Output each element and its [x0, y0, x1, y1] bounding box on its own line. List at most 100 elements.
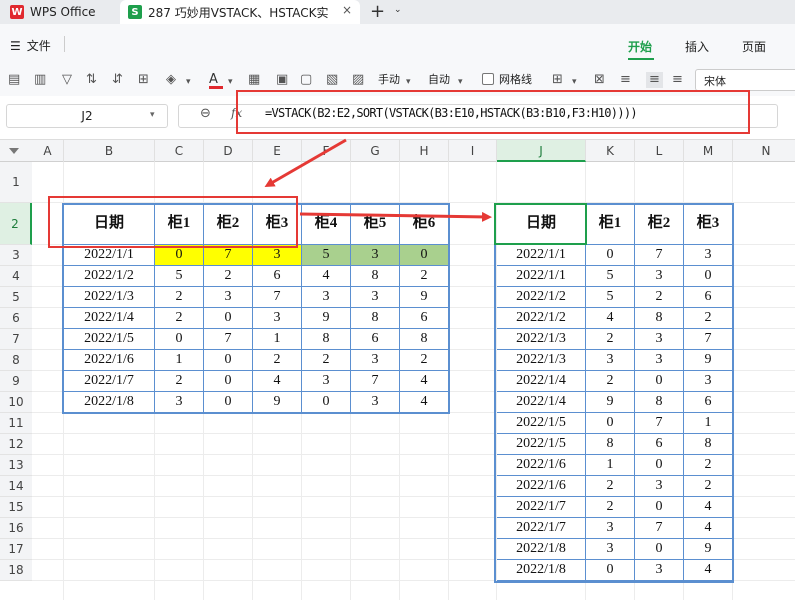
- source-header-cell[interactable]: 柜1: [155, 203, 204, 245]
- result-date-cell[interactable]: 2022/1/2: [497, 287, 586, 308]
- source-header-cell[interactable]: 柜4: [302, 203, 351, 245]
- manual-calc-label[interactable]: 手动: [378, 72, 400, 88]
- source-date-cell[interactable]: 2022/1/8: [64, 392, 155, 413]
- result-date-cell[interactable]: 2022/1/6: [497, 476, 586, 497]
- result-value-cell[interactable]: 5: [586, 287, 635, 308]
- close-tab-icon[interactable]: ×: [342, 3, 352, 17]
- source-value-cell[interactable]: 1: [155, 350, 204, 371]
- result-header-cell[interactable]: 柜2: [635, 203, 684, 245]
- column-header-d[interactable]: D: [204, 140, 253, 162]
- align-center-icon[interactable]: ≡: [646, 72, 663, 88]
- column-header-m[interactable]: M: [684, 140, 733, 162]
- row-header-11[interactable]: 11: [0, 413, 32, 434]
- source-value-cell[interactable]: 0: [155, 329, 204, 350]
- fill-color-icon[interactable]: ◈: [166, 72, 176, 88]
- source-value-cell[interactable]: 5: [155, 266, 204, 287]
- result-value-cell[interactable]: 0: [635, 371, 684, 392]
- result-value-cell[interactable]: 3: [684, 245, 733, 266]
- result-value-cell[interactable]: 3: [586, 539, 635, 560]
- tab-home[interactable]: 开始: [628, 38, 652, 55]
- align-left-icon[interactable]: ≡: [620, 72, 631, 88]
- result-value-cell[interactable]: 3: [586, 518, 635, 539]
- result-value-cell[interactable]: 4: [586, 308, 635, 329]
- source-value-cell[interactable]: 0: [155, 245, 204, 266]
- source-date-cell[interactable]: 2022/1/7: [64, 371, 155, 392]
- source-value-cell[interactable]: 3: [351, 350, 400, 371]
- row-header-8[interactable]: 8: [0, 350, 32, 371]
- column-header-j[interactable]: J: [497, 140, 586, 162]
- result-value-cell[interactable]: 7: [635, 413, 684, 434]
- result-value-cell[interactable]: 6: [684, 287, 733, 308]
- gridlines-checkbox[interactable]: [482, 73, 494, 85]
- result-value-cell[interactable]: 3: [635, 476, 684, 497]
- row-header-10[interactable]: 10: [0, 392, 32, 413]
- chevron-down-icon[interactable]: ▾: [186, 74, 191, 90]
- source-value-cell[interactable]: 4: [400, 371, 449, 392]
- paste-icon[interactable]: ▤: [8, 72, 20, 88]
- result-value-cell[interactable]: 2: [684, 455, 733, 476]
- rows-columns-icon[interactable]: ▢: [300, 72, 312, 88]
- row-header-1[interactable]: 1: [0, 162, 32, 203]
- sort-descending-icon[interactable]: ⇵: [112, 72, 123, 88]
- column-header-f[interactable]: F: [302, 140, 351, 162]
- result-value-cell[interactable]: 7: [635, 518, 684, 539]
- row-header-7[interactable]: 7: [0, 329, 32, 350]
- source-value-cell[interactable]: 2: [155, 308, 204, 329]
- result-value-cell[interactable]: 3: [635, 266, 684, 287]
- result-date-cell[interactable]: 2022/1/3: [497, 350, 586, 371]
- result-value-cell[interactable]: 5: [586, 266, 635, 287]
- new-tab-icon[interactable]: +: [370, 1, 385, 22]
- result-value-cell[interactable]: 3: [586, 350, 635, 371]
- source-date-cell[interactable]: 2022/1/5: [64, 329, 155, 350]
- row-header-14[interactable]: 14: [0, 476, 32, 497]
- merge-icon[interactable]: ▣: [276, 72, 288, 88]
- source-date-cell[interactable]: 2022/1/3: [64, 287, 155, 308]
- chevron-down-icon[interactable]: ▾: [458, 74, 463, 90]
- source-value-cell[interactable]: 4: [253, 371, 302, 392]
- freeze-icon[interactable]: ▨: [352, 72, 364, 88]
- source-value-cell[interactable]: 2: [302, 350, 351, 371]
- result-value-cell[interactable]: 8: [684, 434, 733, 455]
- source-value-cell[interactable]: 3: [351, 392, 400, 413]
- source-value-cell[interactable]: 9: [302, 308, 351, 329]
- result-value-cell[interactable]: 3: [635, 329, 684, 350]
- chevron-down-icon[interactable]: ⌄: [394, 5, 402, 15]
- column-header-i[interactable]: I: [449, 140, 497, 162]
- result-value-cell[interactable]: 3: [684, 371, 733, 392]
- result-date-cell[interactable]: 2022/1/8: [497, 539, 586, 560]
- source-header-cell[interactable]: 柜5: [351, 203, 400, 245]
- column-header-l[interactable]: L: [635, 140, 684, 162]
- source-value-cell[interactable]: 0: [204, 308, 253, 329]
- row-header-3[interactable]: 3: [0, 245, 32, 266]
- result-value-cell[interactable]: 7: [684, 329, 733, 350]
- source-value-cell[interactable]: 7: [351, 371, 400, 392]
- align-right-icon[interactable]: ≡: [672, 72, 683, 88]
- row-header-9[interactable]: 9: [0, 371, 32, 392]
- source-value-cell[interactable]: 0: [204, 350, 253, 371]
- column-header-g[interactable]: G: [351, 140, 400, 162]
- auto-calc-label[interactable]: 自动: [428, 72, 450, 88]
- wrap-text-icon[interactable]: ▦: [248, 72, 260, 88]
- result-value-cell[interactable]: 1: [586, 455, 635, 476]
- source-header-cell[interactable]: 柜6: [400, 203, 449, 245]
- result-value-cell[interactable]: 2: [684, 476, 733, 497]
- result-value-cell[interactable]: 8: [586, 434, 635, 455]
- source-value-cell[interactable]: 1: [253, 329, 302, 350]
- source-value-cell[interactable]: 6: [351, 329, 400, 350]
- result-value-cell[interactable]: 2: [586, 371, 635, 392]
- result-value-cell[interactable]: 0: [635, 455, 684, 476]
- source-header-cell[interactable]: 柜3: [253, 203, 302, 245]
- result-value-cell[interactable]: 8: [635, 392, 684, 413]
- result-value-cell[interactable]: 2: [586, 476, 635, 497]
- file-menu[interactable]: ☰ 文件: [10, 37, 51, 54]
- source-value-cell[interactable]: 2: [204, 266, 253, 287]
- source-value-cell[interactable]: 3: [253, 308, 302, 329]
- result-value-cell[interactable]: 2: [586, 497, 635, 518]
- row-header-15[interactable]: 15: [0, 497, 32, 518]
- source-value-cell[interactable]: 6: [400, 308, 449, 329]
- source-value-cell[interactable]: 8: [302, 329, 351, 350]
- chevron-down-icon[interactable]: ▾: [572, 74, 577, 90]
- source-value-cell[interactable]: 2: [253, 350, 302, 371]
- result-date-cell[interactable]: 2022/1/1: [497, 266, 586, 287]
- source-value-cell[interactable]: 4: [400, 392, 449, 413]
